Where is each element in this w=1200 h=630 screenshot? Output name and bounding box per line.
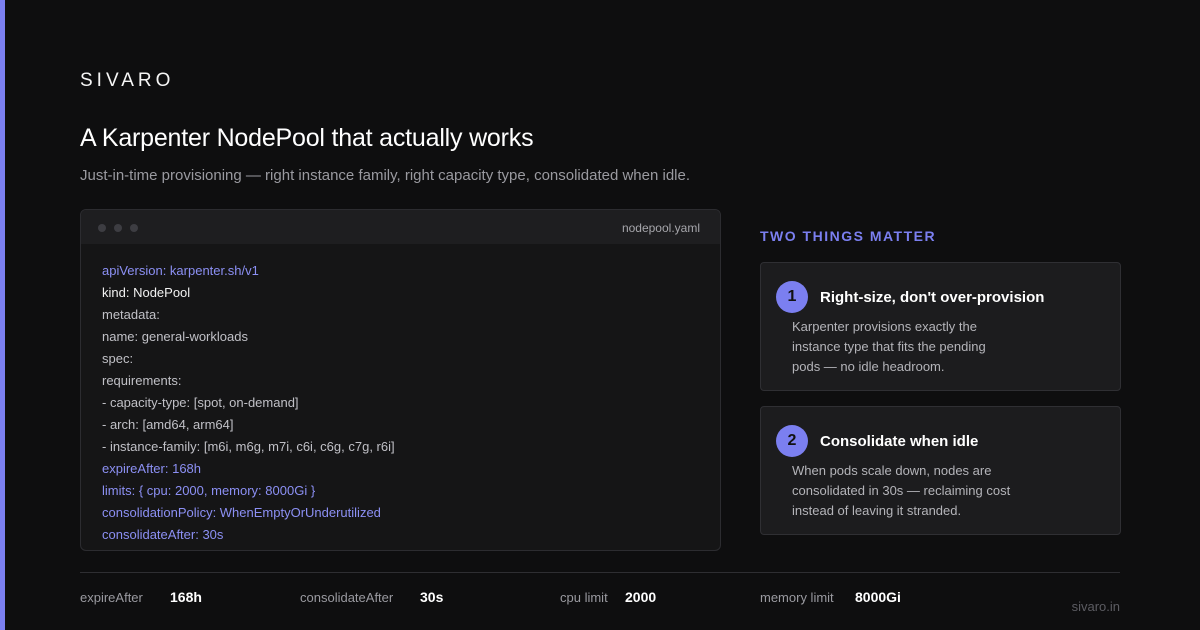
code-line: consolidateAfter: 30s <box>102 527 224 542</box>
code-line: kind: NodePool <box>102 285 191 300</box>
card-title: Consolidate when idle <box>820 433 979 450</box>
stat-label: expireAfter <box>80 590 143 605</box>
code-line: consolidationPolicy: WhenEmptyOrUnderuti… <box>102 505 381 520</box>
window-dot-icon <box>114 224 122 232</box>
code-line: apiVersion: karpenter.sh/v1 <box>102 263 259 278</box>
card-description: Karpenter provisions exactly the instanc… <box>792 319 986 374</box>
stat-value: 8000Gi <box>855 589 901 605</box>
stat-value: 168h <box>170 589 202 605</box>
code-body: apiVersion: karpenter.sh/v1 kind: NodePo… <box>81 244 720 546</box>
feature-card: 2 Consolidate when idle When pods scale … <box>760 406 1121 535</box>
brand-logo: SIVARO <box>80 70 175 91</box>
footer-divider <box>80 572 1120 573</box>
code-line: - instance-family: [m6i, m6g, m7i, c6i, … <box>102 439 395 454</box>
stat-label: cpu limit <box>560 590 608 605</box>
code-line: limits: { cpu: 2000, memory: 8000Gi } <box>102 483 316 498</box>
code-window-titlebar: nodepool.yaml <box>81 210 720 244</box>
code-line: spec: <box>102 351 134 366</box>
code-line: - capacity-type: [spot, on-demand] <box>102 395 299 410</box>
code-line: requirements: <box>102 373 182 388</box>
code-line: name: general-workloads <box>102 329 248 344</box>
code-line: - arch: [amd64, arm64] <box>102 417 234 432</box>
page-title: A Karpenter NodePool that actually works <box>80 124 534 152</box>
stat-label: consolidateAfter <box>300 590 394 605</box>
window-dot-icon <box>130 224 138 232</box>
feature-card: 1 Right-size, don't over-provision Karpe… <box>760 262 1121 391</box>
window-dot-icon <box>98 224 106 232</box>
stat-value: 2000 <box>625 589 657 605</box>
code-window: nodepool.yaml apiVersion: karpenter.sh/v… <box>80 209 721 551</box>
section-label: TWO THINGS MATTER <box>760 228 937 244</box>
code-line: expireAfter: 168h <box>102 461 202 476</box>
stat-value: 30s <box>420 589 444 605</box>
site-domain: sivaro.in <box>1071 599 1120 614</box>
code-line: metadata: <box>102 307 160 322</box>
code-filename: nodepool.yaml <box>621 221 700 235</box>
page-subtitle: Just-in-time provisioning — right instan… <box>80 167 691 184</box>
number-badge: 1 <box>776 281 808 313</box>
left-accent-bar <box>0 0 5 630</box>
number-badge: 2 <box>776 425 808 457</box>
stat-label: memory limit <box>760 590 834 605</box>
card-title: Right-size, don't over-provision <box>820 289 1045 306</box>
card-description: When pods scale down, nodes are consolid… <box>792 463 1011 518</box>
